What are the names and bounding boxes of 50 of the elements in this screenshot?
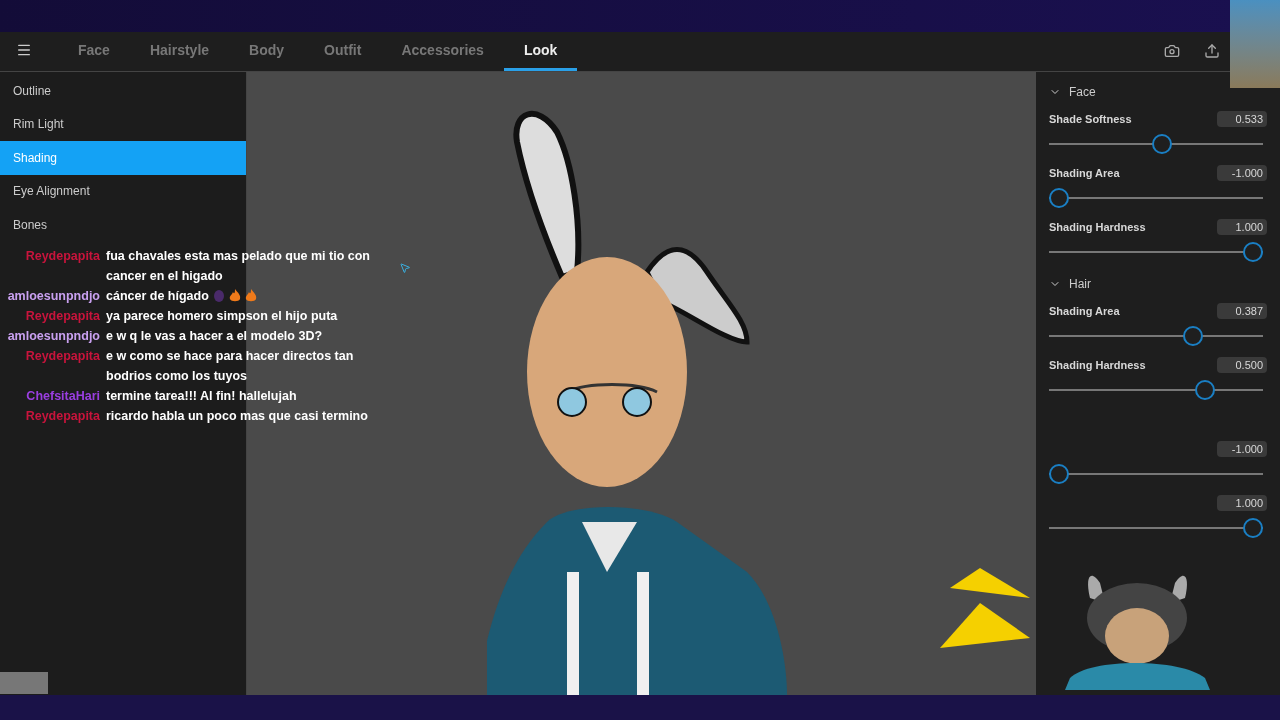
slider-label: Shade Softness (1049, 111, 1132, 127)
tab[interactable]: Hairstyle (129, 32, 230, 71)
value-field[interactable]: 0.387 (1217, 302, 1267, 320)
section-header[interactable]: Hair (1049, 274, 1267, 294)
chat-message: termine tarea!!! Al fin! hallelujah (106, 388, 297, 405)
tab[interactable]: Body (229, 32, 305, 71)
sidebar-item[interactable]: Eye Alignment (0, 174, 246, 208)
flame-emote-icon (244, 289, 257, 303)
value-field[interactable]: -1.000 (1217, 164, 1267, 182)
value-field[interactable]: 1.000 (1217, 494, 1267, 512)
slider-thumb[interactable] (1151, 134, 1172, 154)
value-field[interactable]: -1.000 (1217, 440, 1267, 458)
chat-username: amloesunpndjo (6, 328, 100, 345)
slider-label: Shading Hardness (1049, 219, 1146, 235)
chat-message: ya parece homero simpson el hijo puta (106, 308, 338, 325)
section-header[interactable]: Face (1049, 82, 1267, 102)
slider-thumb[interactable] (1194, 380, 1215, 400)
chat-message: cáncer de hígado (106, 288, 209, 305)
chat-username: Reydepapita (24, 408, 100, 425)
sidebar-item[interactable]: Outline (0, 74, 246, 108)
chat-username: ChefsitaHari (25, 388, 100, 405)
slider-label: Shading Hardness (1049, 357, 1146, 373)
tab[interactable]: Face (58, 32, 130, 71)
blob-emote-icon (212, 289, 225, 303)
tab[interactable]: Outfit (304, 32, 382, 71)
value-field[interactable]: 0.533 (1217, 110, 1267, 128)
camera-icon[interactable] (1164, 43, 1180, 59)
value-field[interactable]: 1.000 (1217, 218, 1267, 236)
slider-thumb[interactable] (1243, 518, 1263, 538)
sidebar-item[interactable]: Rim Light (0, 107, 246, 141)
sidebar-item[interactable]: Bones (0, 208, 246, 242)
slider-label: Shading Area (1049, 165, 1120, 181)
cursor-icon (399, 262, 411, 274)
flame-emote-icon (228, 289, 241, 303)
webcam-placeholder (0, 672, 48, 694)
chat-message: e w q le vas a hacer a el modelo 3D? (106, 328, 323, 345)
slider-thumb[interactable] (1049, 188, 1069, 208)
menu-icon[interactable] (16, 42, 32, 58)
chat-username: Reydepapita (24, 348, 100, 365)
chat-message: ricardo habla un poco mas que casi termino (106, 408, 368, 425)
chat-username: Reydepapita (24, 248, 100, 265)
slider-thumb[interactable] (1049, 464, 1069, 484)
slider-label: Shading Area (1049, 303, 1120, 319)
slider-thumb[interactable] (1243, 242, 1263, 262)
slider-thumb[interactable] (1182, 326, 1203, 346)
tab[interactable]: Accessories (381, 32, 504, 71)
share-icon[interactable] (1204, 43, 1220, 59)
chat-username: Reydepapita (24, 308, 100, 325)
value-field[interactable]: 0.500 (1217, 356, 1267, 374)
chat-username: amloesunpndjo (6, 288, 100, 305)
